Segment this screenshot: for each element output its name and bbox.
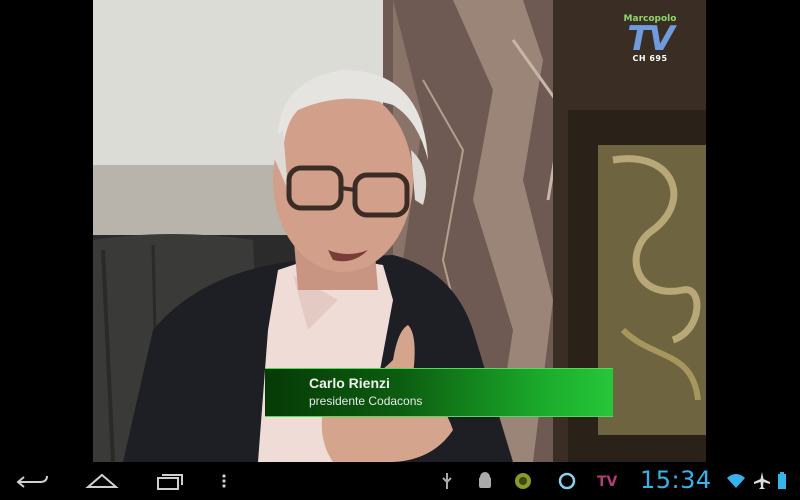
tv-app-notification[interactable]: TV — [595, 471, 625, 491]
airplane-mode-icon — [754, 472, 770, 489]
battery-status[interactable] — [775, 471, 789, 491]
svg-text:TV: TV — [597, 474, 618, 490]
refresh-icon — [558, 472, 576, 490]
android-debug-icon — [479, 472, 491, 488]
lower-third-caption: Carlo Rienzi presidente Codacons — [265, 368, 613, 417]
usb-notification[interactable] — [437, 471, 457, 491]
refresh-notification[interactable] — [557, 471, 577, 491]
channel-logo: Marcopolo TV CH 695 — [600, 14, 700, 63]
recent-apps-icon — [157, 474, 183, 490]
tv-app-icon: TV — [597, 474, 618, 490]
speaker-title: presidente Codacons — [309, 394, 423, 408]
wifi-icon — [727, 474, 745, 488]
airplane-status[interactable] — [752, 471, 772, 491]
app-icon — [515, 473, 531, 489]
home-button[interactable] — [82, 469, 122, 493]
clock[interactable]: 15:34 — [640, 466, 712, 494]
back-icon — [16, 475, 48, 488]
battery-icon — [778, 472, 786, 489]
back-button[interactable] — [14, 469, 54, 493]
system-navigation-bar: TV 15:34 — [0, 462, 800, 500]
logo-tv: TV — [627, 19, 675, 59]
usb-icon — [442, 473, 452, 489]
menu-button[interactable] — [214, 469, 234, 493]
wifi-status[interactable] — [726, 471, 746, 491]
debug-notification[interactable] — [475, 471, 495, 491]
speaker-name: Carlo Rienzi — [309, 375, 390, 391]
recent-apps-button[interactable] — [150, 469, 190, 493]
app-notification[interactable] — [513, 471, 533, 491]
home-icon — [85, 473, 119, 488]
menu-icon — [222, 474, 226, 488]
